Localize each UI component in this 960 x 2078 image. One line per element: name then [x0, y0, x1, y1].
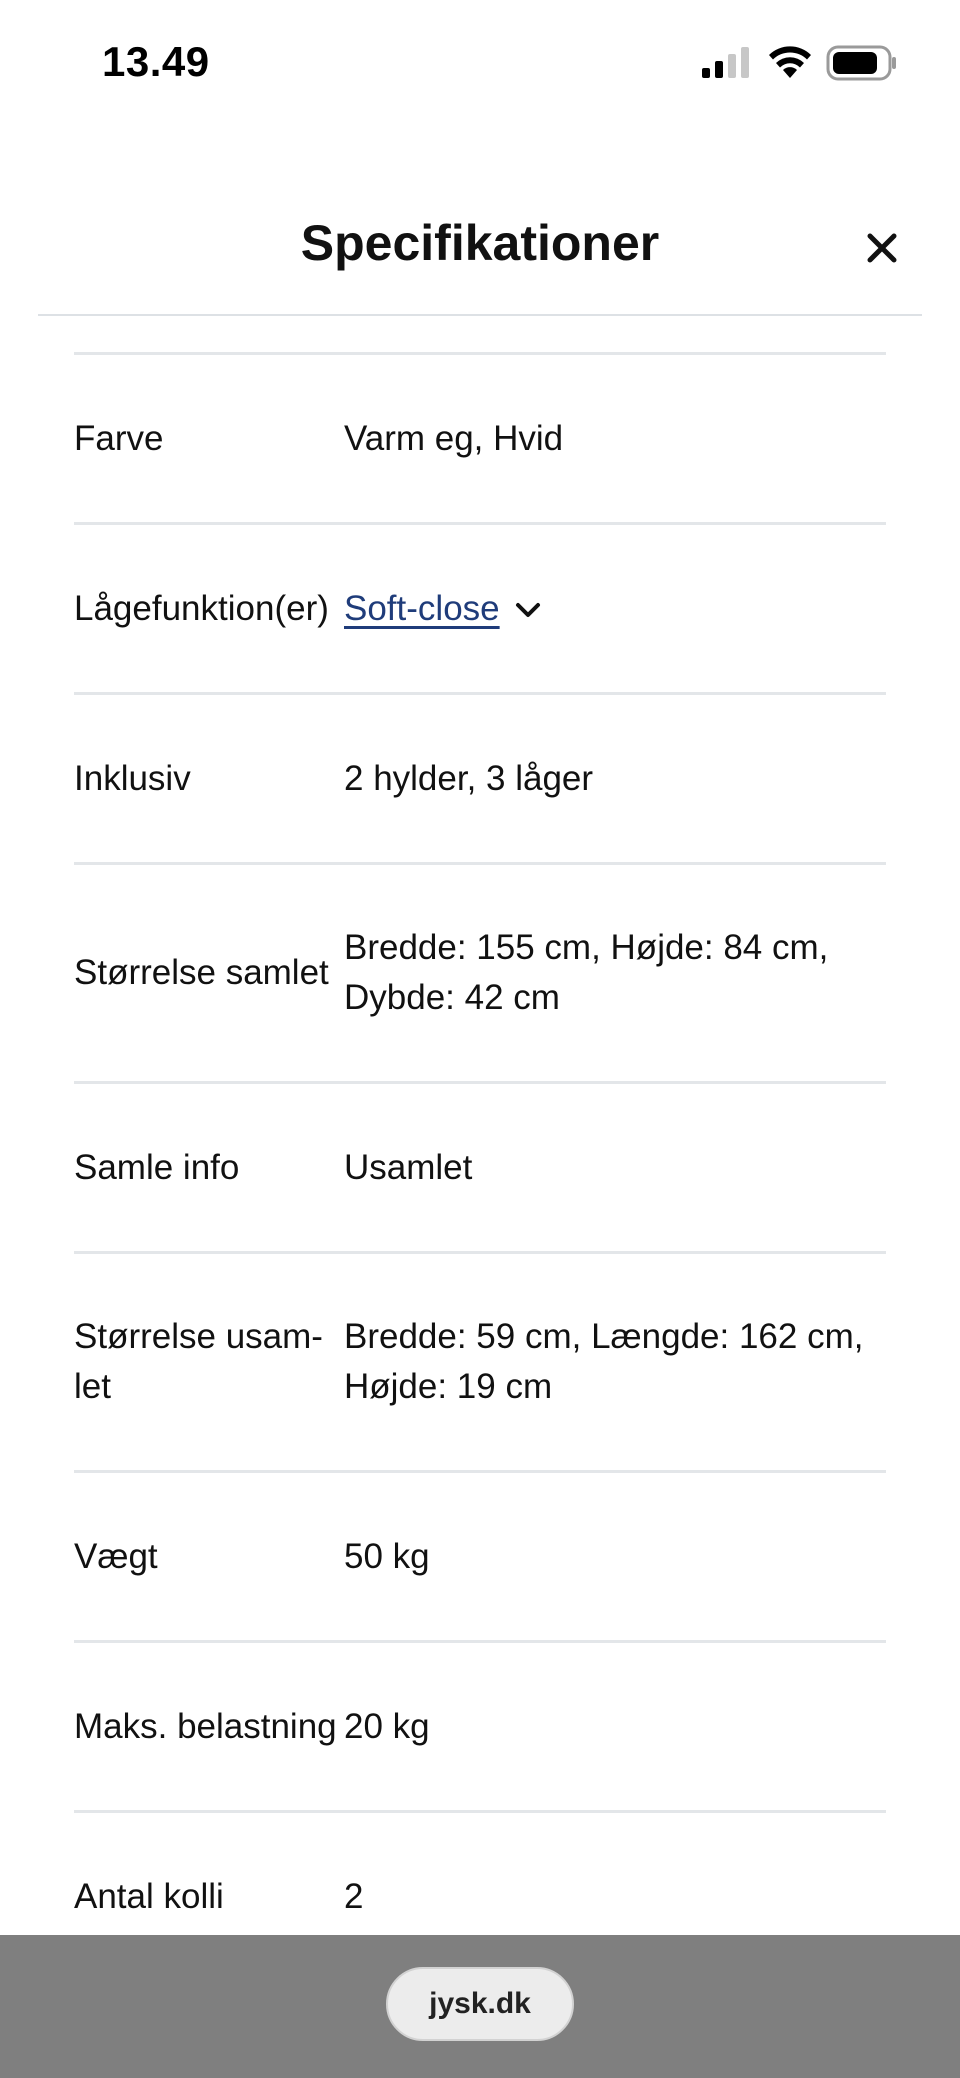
spec-value: 20 kg: [344, 1706, 430, 1746]
soft-close-link[interactable]: Soft-close: [344, 589, 500, 628]
url-pill[interactable]: jysk.dk: [386, 1967, 574, 2041]
spec-list: Farve Varm eg, Hvid Lågefunktion(er) Sof…: [74, 352, 886, 1983]
spec-value: Varm eg, Hvid: [344, 418, 564, 458]
battery-icon: [826, 45, 896, 81]
spec-label: Lågefunktion(er): [74, 588, 329, 628]
spec-row-samle-info: Samle info Usamlet: [74, 1084, 886, 1254]
spec-label: Inklusiv: [74, 758, 191, 798]
spec-value: 50 kg: [344, 1536, 430, 1576]
spec-row-vaegt: Vægt 50 kg: [74, 1473, 886, 1643]
spec-row-storrelse-usamlet: Størrelse usam-let Bredde: 59 cm, Længde…: [74, 1254, 886, 1473]
status-time: 13.49: [102, 38, 210, 85]
spec-label: Farve: [74, 418, 164, 458]
wifi-icon: [769, 46, 811, 78]
spec-row-inklusiv: Inklusiv 2 hylder, 3 låger: [74, 695, 886, 865]
spec-label: Vægt: [74, 1536, 158, 1576]
spec-value: Bredde: 59 cm, Længde: 162 cm, Højde: 19…: [344, 1317, 864, 1406]
spec-row-farve: Farve Varm eg, Hvid: [74, 355, 886, 525]
spec-row-lagefunktion: Lågefunktion(er) Soft-close: [74, 525, 886, 695]
spec-label: Størrelse usam-let: [74, 1317, 323, 1406]
screen: 13.49 Specifikationer Farve Varm eg, Hvi…: [0, 0, 960, 2078]
spec-row-storrelse-samlet: Størrelse samlet Bredde: 155 cm, Højde: …: [74, 865, 886, 1084]
browser-bar: jysk.dk: [0, 1935, 960, 2078]
sheet-header: Specifikationer: [38, 178, 922, 316]
spec-value: Soft-close: [344, 584, 886, 634]
chevron-down-icon[interactable]: [514, 600, 542, 620]
signal-icon: [702, 47, 749, 78]
spec-value: Bredde: 155 cm, Højde: 84 cm, Dybde: 42 …: [344, 928, 829, 1017]
spec-value: Usamlet: [344, 1147, 473, 1187]
spec-value: 2 hylder, 3 låger: [344, 758, 594, 798]
page-title: Specifikationer: [300, 215, 660, 271]
spec-value: 2: [344, 1876, 364, 1916]
spec-label: Samle info: [74, 1147, 240, 1187]
status-bar: 13.49: [0, 0, 960, 130]
spec-row-maks-belastning: Maks. belastning 20 kg: [74, 1643, 886, 1813]
close-icon[interactable]: [862, 228, 902, 268]
spec-label: Størrelse samlet: [74, 953, 329, 992]
spec-label: Antal kolli: [74, 1876, 224, 1916]
spec-label: Maks. belastning: [74, 1706, 337, 1746]
